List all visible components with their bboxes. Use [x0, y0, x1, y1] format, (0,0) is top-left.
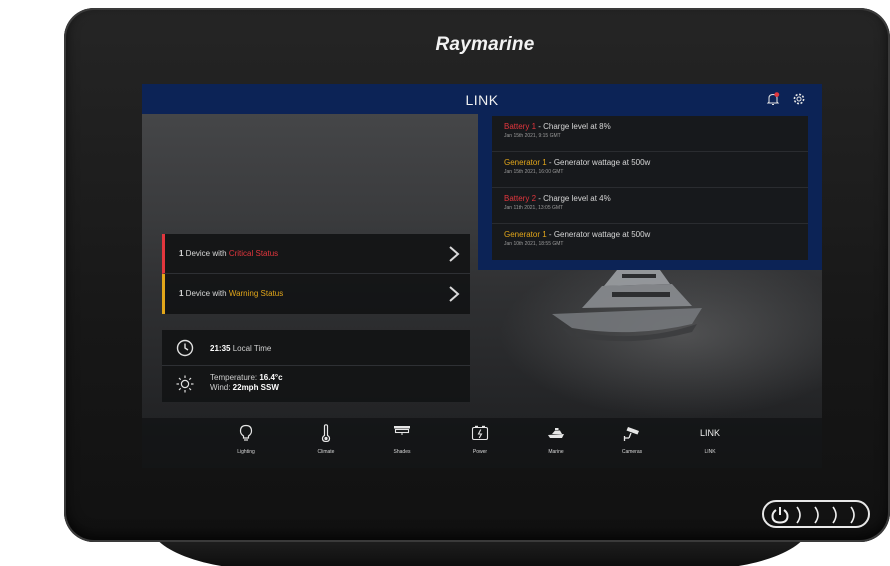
- bulb-icon: [239, 424, 253, 441]
- bell-icon[interactable]: [766, 92, 780, 106]
- info-card: 21:35 Local Time Temperature: 16.4°c Win…: [162, 330, 470, 402]
- notification-date: Jan 10th 2021, 18:55 GMT: [504, 241, 564, 247]
- clock-icon: [176, 339, 194, 357]
- nav-label: Cameras: [621, 449, 643, 455]
- chevron-right-icon[interactable]: [447, 285, 461, 303]
- nav-label: Marine: [548, 449, 564, 455]
- nav-cameras[interactable]: Cameras: [602, 424, 662, 464]
- notification-message: - Charge level at 4%: [536, 194, 611, 203]
- wireless-wave-icon: [796, 506, 801, 524]
- shades-icon: [394, 426, 410, 435]
- top-bar: LINK: [142, 84, 822, 114]
- nav-label: Lighting: [237, 449, 255, 455]
- boat-icon: [548, 428, 564, 438]
- device-status-card: 1 Device with Critical Status 1 Device w…: [162, 234, 470, 314]
- battery-icon: [471, 425, 489, 441]
- notification-message: - Charge level at 8%: [536, 122, 611, 131]
- nav-label: LINK: [704, 449, 716, 455]
- notification-date: Jan 15th 2021, 9:15 GMT: [504, 133, 561, 139]
- nav-marine[interactable]: Marine: [526, 424, 586, 464]
- notification-message: - Generator wattage at 500w: [546, 158, 651, 167]
- notification-source: Generator 1: [504, 230, 547, 239]
- nav-power[interactable]: Power: [450, 424, 510, 464]
- notification-item[interactable]: Battery 1 - Charge level at 8% Jan 15th …: [492, 116, 808, 152]
- time-row: 21:35 Local Time: [162, 330, 470, 366]
- notification-message: - Generator wattage at 500w: [546, 230, 651, 239]
- chevron-right-icon[interactable]: [447, 245, 461, 263]
- nav-lighting[interactable]: Lighting: [216, 424, 276, 464]
- critical-label: Critical Status: [228, 249, 279, 258]
- notification-source: Battery 1: [504, 122, 537, 131]
- temperature-label: Temperature:: [210, 373, 260, 382]
- local-time: 21:35 Local Time: [210, 344, 271, 353]
- wind-label: Wind:: [210, 383, 233, 392]
- notification-item[interactable]: Battery 2 - Charge level at 4% Jan 11th …: [492, 188, 808, 224]
- critical-status-row[interactable]: 1 Device with Critical Status: [162, 234, 470, 274]
- notification-date: Jan 11th 2021, 13:05 GMT: [504, 205, 564, 211]
- notification-text: Battery 1 - Charge level at 8%: [504, 122, 796, 131]
- wireless-wave-icon: [814, 506, 819, 524]
- screen: LINK Battery 1 - Charge level at 8% Jan …: [142, 84, 822, 468]
- power-button[interactable]: [762, 500, 870, 528]
- notifications-panel: Battery 1 - Charge level at 8% Jan 15th …: [478, 114, 822, 270]
- wind-value: 22mph SSW: [232, 383, 279, 392]
- sun-icon: [176, 375, 194, 393]
- notification-date: Jan 15th 2021, 16:00 GMT: [504, 169, 564, 175]
- temperature-value: 16.4°c: [259, 373, 283, 382]
- time-label: Local Time: [230, 344, 272, 353]
- critical-prefix: Device with: [183, 249, 229, 258]
- notification-text: Generator 1 - Generator wattage at 500w: [504, 230, 796, 239]
- notifications-list: Battery 1 - Charge level at 8% Jan 15th …: [492, 116, 808, 260]
- weather-text: Temperature: 16.4°c Wind: 22mph SSW: [210, 373, 283, 393]
- page-title: LINK: [465, 92, 499, 108]
- wind-line: Wind: 22mph SSW: [210, 383, 283, 393]
- nav-label: Power: [472, 449, 488, 455]
- critical-status-text: 1 Device with Critical Status: [179, 249, 278, 258]
- nav-link[interactable]: LINK LINK: [680, 424, 740, 464]
- nav-shades[interactable]: Shades: [372, 424, 432, 464]
- notification-source: Battery 2: [504, 194, 537, 203]
- thermometer-icon: [321, 424, 331, 442]
- weather-row: Temperature: 16.4°c Wind: 22mph SSW: [162, 366, 470, 402]
- wireless-wave-icon: [850, 506, 855, 524]
- camera-icon: [623, 427, 639, 441]
- brand-logo: Raymarine: [435, 34, 535, 55]
- time-value: 21:35: [210, 344, 231, 353]
- notification-source: Generator 1: [504, 158, 547, 167]
- gear-icon[interactable]: [792, 92, 806, 106]
- warning-label: Warning Status: [228, 289, 284, 298]
- temperature-line: Temperature: 16.4°c: [210, 373, 283, 383]
- link-wordmark: LINK: [699, 428, 720, 438]
- wireless-wave-icon: [832, 506, 837, 524]
- warning-status-row[interactable]: 1 Device with Warning Status: [162, 274, 470, 314]
- notification-text: Generator 1 - Generator wattage at 500w: [504, 158, 796, 167]
- notification-item[interactable]: Generator 1 - Generator wattage at 500w …: [492, 224, 808, 260]
- nav-climate[interactable]: Climate: [296, 424, 356, 464]
- nav-label: Climate: [317, 449, 335, 455]
- nav-label: Shades: [393, 449, 411, 455]
- power-icon: [771, 507, 789, 524]
- notification-item[interactable]: Generator 1 - Generator wattage at 500w …: [492, 152, 808, 188]
- warning-prefix: Device with: [183, 289, 229, 298]
- warning-status-text: 1 Device with Warning Status: [179, 289, 283, 298]
- bottom-nav: Lighting Climate Shades Power Marine Cam…: [142, 418, 822, 468]
- notification-text: Battery 2 - Charge level at 4%: [504, 194, 796, 203]
